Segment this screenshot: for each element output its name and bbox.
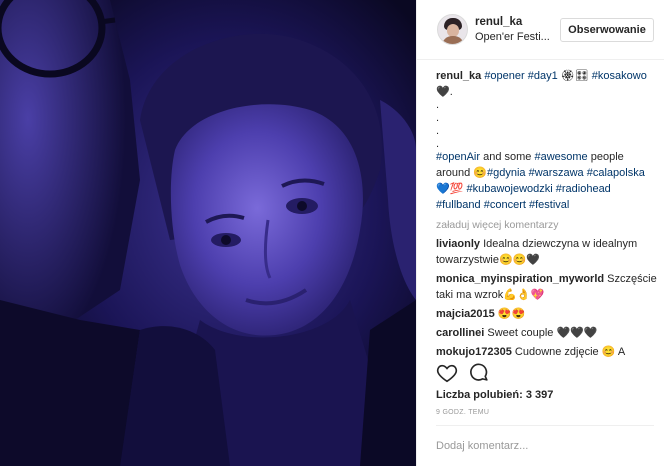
post-photo[interactable]: [0, 0, 416, 466]
hashtag-link[interactable]: #opener: [484, 70, 524, 82]
heart-icon[interactable]: [436, 362, 458, 384]
caption-line: #openAir and some #awesome people around…: [436, 149, 658, 213]
caption-dot: .: [436, 99, 440, 111]
likes-number: 3 397: [525, 389, 554, 401]
hashtag-link[interactable]: #warszawa: [529, 167, 584, 179]
hashtag-link[interactable]: #kosakowo: [592, 70, 647, 82]
comment-username[interactable]: majcia2015: [436, 308, 495, 320]
caption-text: and some: [480, 151, 535, 163]
load-more-comments-link[interactable]: załaduj więcej komentarzy: [436, 217, 658, 233]
comment-bubble-icon[interactable]: [468, 362, 490, 384]
likes-count[interactable]: Liczba polubień: 3 397: [436, 389, 553, 401]
author-info: renul_ka Open'er Festi...: [475, 16, 560, 43]
post-location[interactable]: Open'er Festi...: [475, 31, 560, 43]
comment-item: carollinei Sweet couple 🖤🖤🖤: [436, 325, 658, 341]
caption-text: around 😊: [436, 167, 488, 179]
caption-dot: .: [436, 125, 440, 137]
hashtag-link[interactable]: #calapolska: [587, 167, 645, 179]
caption-username[interactable]: renul_ka: [436, 70, 481, 82]
instagram-post: renul_ka Open'er Festi... Obserwowanie r…: [0, 0, 664, 466]
comment-text: Cudowne zdjęcie 😊 A: [514, 346, 626, 358]
hashtag-link[interactable]: #gdynia: [487, 167, 526, 179]
comment-item: monica_myinspiration_myworld Szczęście t…: [436, 271, 658, 303]
comment-item: majcia2015 😍😍: [436, 306, 658, 322]
likes-label: Liczba polubień:: [436, 389, 523, 401]
photo-image: [0, 0, 416, 466]
post-caption: renul_ka #opener #day1 🏵🎛 #kosakowo 🖤. .…: [436, 68, 658, 213]
caption-text: people: [587, 151, 624, 163]
hashtag-link[interactable]: #festival: [529, 199, 569, 211]
hashtag-link[interactable]: #radiohead: [556, 183, 611, 195]
hashtag-link[interactable]: #concert: [484, 199, 526, 211]
caption-emoji: 💙💯: [436, 183, 464, 195]
hashtag-link[interactable]: #kubawojewodzki: [466, 183, 552, 195]
hashtag-link[interactable]: #day1: [528, 70, 558, 82]
divider: [436, 425, 654, 426]
comment-username[interactable]: mokujo172305: [436, 346, 512, 358]
caption-heart: 🖤.: [436, 86, 453, 98]
caption-dot: .: [436, 138, 440, 150]
comment-username[interactable]: carollinei: [436, 327, 484, 339]
following-button[interactable]: Obserwowanie: [560, 17, 654, 42]
add-comment-input[interactable]: [436, 437, 654, 455]
hashtag-link[interactable]: #awesome: [534, 151, 587, 163]
comment-item: mokujo172305 Cudowne zdjęcie 😊 A: [436, 344, 658, 360]
comments-section: renul_ka #opener #day1 🏵🎛 #kosakowo 🖤. .…: [436, 68, 658, 363]
post-actions: [436, 362, 500, 384]
avatar[interactable]: [437, 14, 468, 45]
comment-username[interactable]: monica_myinspiration_myworld: [436, 273, 604, 285]
hashtag-link[interactable]: #openAir: [436, 151, 480, 163]
author-username[interactable]: renul_ka: [475, 16, 560, 28]
post-side-panel: renul_ka Open'er Festi... Obserwowanie r…: [416, 0, 664, 466]
caption-dot: .: [436, 112, 440, 124]
post-timestamp[interactable]: 9 GODZ. TEMU: [436, 409, 489, 416]
comment-text: 😍😍: [497, 308, 526, 320]
post-header: renul_ka Open'er Festi... Obserwowanie: [417, 0, 664, 60]
comment-item: liviaonly Idealna dziewczyna w idealnym …: [436, 236, 658, 268]
caption-emoji: 🏵🎛: [560, 70, 589, 82]
comment-username[interactable]: liviaonly: [436, 238, 480, 250]
comment-text: Sweet couple 🖤🖤🖤: [487, 327, 598, 339]
hashtag-link[interactable]: #fullband: [436, 199, 481, 211]
